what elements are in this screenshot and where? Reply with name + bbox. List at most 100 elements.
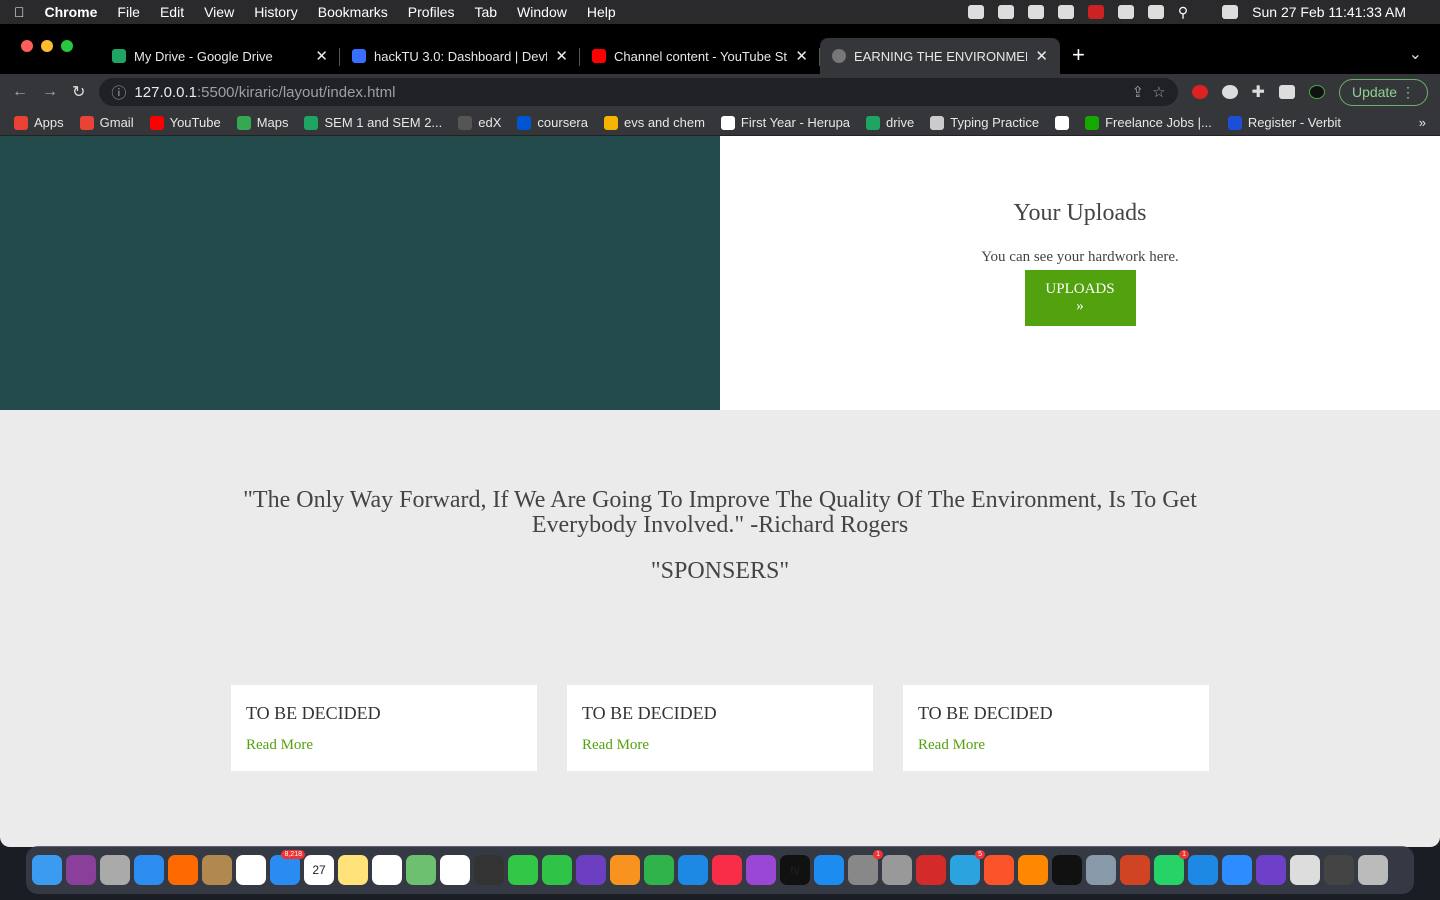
bookmark-item[interactable]: Maps (236, 115, 288, 130)
telegram-icon[interactable]: 5 (950, 850, 985, 885)
vlc-icon[interactable] (1018, 855, 1048, 885)
zoom-status-icon[interactable] (967, 5, 984, 19)
bookmark-item[interactable]: Apps (14, 115, 64, 130)
drive-status-icon[interactable] (1027, 5, 1044, 19)
menu-view[interactable]: View (204, 4, 234, 20)
tab-earning-environment[interactable]: EARNING THE ENVIRONMENT ✕ (820, 38, 1060, 74)
close-window-button[interactable] (21, 40, 33, 52)
screen-icon[interactable] (1324, 855, 1354, 885)
terminal-icon[interactable] (1052, 855, 1082, 885)
acrobat-icon[interactable] (916, 855, 946, 885)
minimize-window-button[interactable] (41, 40, 53, 52)
numbers-icon[interactable] (644, 855, 674, 885)
music-icon[interactable] (712, 855, 742, 885)
bookmark-item[interactable] (1055, 115, 1070, 130)
maximize-window-button[interactable] (61, 40, 73, 52)
calendar-icon[interactable]: 27 (304, 855, 334, 885)
key-icon[interactable] (997, 5, 1014, 19)
bookmark-item[interactable]: coursera (517, 115, 588, 130)
address-bar[interactable]: ⓘ 127.0.0.1:5500/kiraric/layout/index.ht… (99, 78, 1178, 106)
menu-file[interactable]: File (117, 4, 140, 20)
menu-edit[interactable]: Edit (160, 4, 184, 20)
bookmark-item[interactable]: edX (458, 115, 501, 130)
messages-icon[interactable] (508, 855, 538, 885)
bookmark-item[interactable]: SEM 1 and SEM 2... (304, 115, 442, 130)
tab-google-drive[interactable]: My Drive - Google Drive ✕ (100, 38, 340, 74)
reload-icon[interactable]: ↻ (72, 82, 85, 102)
bookmark-item[interactable]: drive (866, 115, 914, 130)
read-more-link[interactable]: Read More (582, 737, 649, 753)
tv-icon[interactable]: tv (780, 855, 810, 885)
menu-tab[interactable]: Tab (474, 4, 497, 20)
tab-search-chevron-icon[interactable]: ⌄ (1409, 44, 1422, 64)
siri-icon[interactable] (66, 855, 96, 885)
photos-icon[interactable] (440, 855, 470, 885)
bookmark-item[interactable]: evs and chem (603, 115, 705, 130)
bookmark-item[interactable]: Gmail (79, 115, 134, 130)
search-icon[interactable]: ⚲ (1178, 4, 1188, 21)
extensions-puzzle-icon[interactable]: ✚ (1252, 82, 1265, 102)
menu-window[interactable]: Window (517, 4, 567, 20)
system-preferences-icon[interactable]: 1 (848, 850, 883, 885)
documents-icon[interactable] (1290, 855, 1320, 885)
mcafee-icon[interactable] (1087, 5, 1104, 19)
close-tab-icon[interactable]: ✕ (1035, 47, 1048, 65)
trash-icon[interactable] (1358, 855, 1388, 885)
reminders-icon[interactable] (372, 855, 402, 885)
menu-bookmarks[interactable]: Bookmarks (318, 4, 388, 20)
zoom-icon[interactable] (1222, 855, 1252, 885)
control-center-icon[interactable] (1222, 5, 1239, 19)
brave-icon[interactable] (984, 855, 1014, 885)
clock[interactable]: Sun 27 Feb 11:41:33 AM (1252, 4, 1406, 20)
pages-icon[interactable] (610, 855, 640, 885)
profile-avatar[interactable] (1308, 85, 1325, 99)
read-more-link[interactable]: Read More (918, 737, 985, 753)
bookmark-item[interactable]: Typing Practice (930, 115, 1039, 130)
forward-icon[interactable]: → (42, 83, 58, 101)
read-more-link[interactable]: Read More (246, 737, 313, 753)
app-store-icon[interactable] (814, 855, 844, 885)
podcasts-icon[interactable] (746, 855, 776, 885)
menu-profiles[interactable]: Profiles (408, 4, 455, 20)
battery-icon[interactable] (1117, 5, 1134, 19)
menu-history[interactable]: History (254, 4, 298, 20)
uploads-button[interactable]: UPLOADS » (1024, 270, 1136, 326)
new-tab-button[interactable]: + (1072, 42, 1085, 68)
bookmark-item[interactable]: Register - Verbit (1227, 115, 1341, 130)
chrome-icon[interactable] (236, 855, 266, 885)
keynote-icon[interactable] (678, 855, 708, 885)
menu-app-name[interactable]: Chrome (45, 4, 98, 20)
info-icon[interactable]: ⓘ (111, 82, 126, 103)
close-tab-icon[interactable]: ✕ (795, 47, 808, 65)
imovie-icon[interactable] (576, 855, 606, 885)
github-desktop-icon[interactable] (1256, 855, 1286, 885)
launchpad-icon[interactable] (100, 855, 130, 885)
bookmark-item[interactable]: Freelance Jobs |... (1085, 115, 1212, 130)
finder-icon[interactable] (32, 855, 62, 885)
apple-icon[interactable]:  (14, 4, 25, 20)
quicktime-icon[interactable] (474, 855, 504, 885)
extension-icon[interactable] (1221, 85, 1238, 99)
close-tab-icon[interactable]: ✕ (315, 47, 328, 65)
update-button[interactable]: Update ⋮ (1338, 78, 1428, 106)
adblock-extension-icon[interactable] (1191, 85, 1208, 99)
wifi-icon[interactable] (1147, 5, 1164, 19)
mail-icon[interactable]: 8,218 (270, 850, 305, 885)
maps-icon[interactable] (406, 855, 436, 885)
tab-youtube-studio[interactable]: Channel content - YouTube Studio✕ (580, 38, 820, 74)
vlc-status-icon[interactable] (1057, 5, 1074, 19)
bookmark-star-icon[interactable]: ☆ (1152, 83, 1165, 101)
share-icon[interactable]: ⇪ (1132, 83, 1145, 101)
bookmark-item[interactable]: YouTube (149, 115, 221, 130)
more-bookmarks-icon[interactable]: » (1419, 115, 1426, 130)
colorsync-icon[interactable] (882, 855, 912, 885)
firefox-icon[interactable] (168, 855, 198, 885)
menu-help[interactable]: Help (587, 4, 616, 20)
safari-icon[interactable] (134, 855, 164, 885)
back-icon[interactable]: ← (12, 83, 28, 101)
vscode-icon[interactable] (1188, 855, 1218, 885)
bookmark-item[interactable]: First Year - Herupa (720, 115, 850, 130)
preview-icon[interactable] (1086, 855, 1116, 885)
close-tab-icon[interactable]: ✕ (555, 47, 568, 65)
tab-hacktu[interactable]: hackTU 3.0: Dashboard | Devfolio✕ (340, 38, 580, 74)
